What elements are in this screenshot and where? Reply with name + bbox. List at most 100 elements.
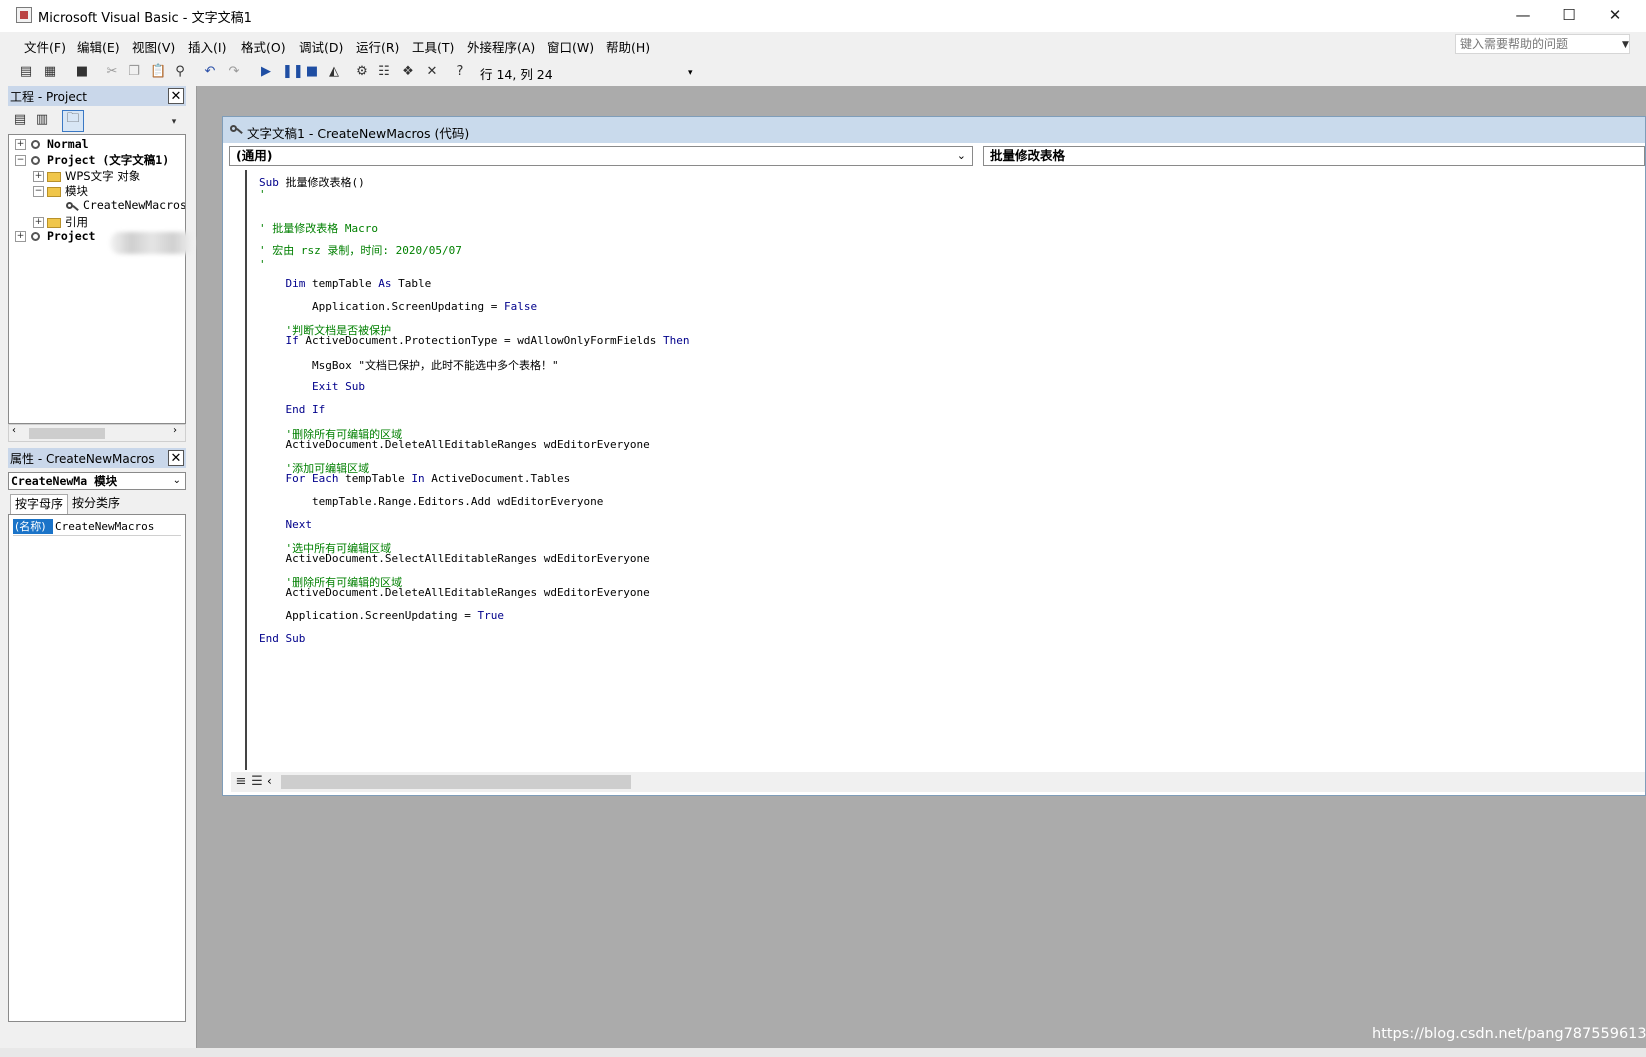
redo-icon[interactable]: ↷: [226, 64, 242, 80]
menu-addins[interactable]: 外接程序(A): [467, 37, 535, 56]
tree-node-modules[interactable]: − 模块: [33, 183, 88, 199]
code-horizontal-scrollbar[interactable]: ≡ ☰ ‹: [231, 772, 1645, 792]
view-object-icon[interactable]: ▥: [34, 112, 50, 128]
tree-horizontal-scrollbar[interactable]: ‹ ›: [8, 424, 186, 442]
scroll-thumb[interactable]: [29, 428, 105, 439]
break-icon[interactable]: ❚❚: [282, 64, 304, 80]
cut-icon[interactable]: ✂: [104, 64, 120, 80]
insert-module-icon[interactable]: ▦: [42, 64, 58, 80]
paste-icon[interactable]: 📋: [150, 64, 166, 80]
code-line[interactable]: ' 宏由 rsz 录制，时间: 2020/05/07: [259, 242, 462, 258]
bottom-edge: [0, 1048, 1646, 1057]
menu-tools[interactable]: 工具(T): [412, 37, 454, 56]
view-word-icon[interactable]: ▤: [18, 64, 34, 80]
tab-alphabetic[interactable]: 按字母序: [10, 494, 69, 514]
copy-icon[interactable]: ❐: [126, 64, 142, 80]
code-line[interactable]: Exit Sub: [259, 380, 365, 393]
tree-node-project-2[interactable]: + Project: [15, 229, 95, 243]
toggle-folders-icon[interactable]: 🗀: [62, 110, 84, 132]
maximize-button[interactable]: ☐: [1546, 0, 1592, 32]
code-line[interactable]: MsgBox "文档已保护，此时不能选中多个表格！": [259, 357, 559, 373]
code-line[interactable]: End Sub: [259, 632, 305, 645]
project-panel-close-button[interactable]: ✕: [168, 88, 184, 104]
scroll-left-icon[interactable]: ‹: [267, 774, 272, 788]
menu-run[interactable]: 运行(R): [356, 37, 399, 56]
menu-format[interactable]: 格式(O): [241, 37, 286, 56]
menu-debug[interactable]: 调试(D): [299, 37, 343, 56]
menu-insert[interactable]: 插入(I): [188, 37, 226, 56]
procedure-view-icon[interactable]: ≡: [233, 774, 249, 790]
expand-icon[interactable]: +: [15, 231, 26, 242]
expand-icon[interactable]: +: [15, 139, 26, 150]
object-combo[interactable]: (通用) ⌄: [229, 146, 973, 166]
menu-file[interactable]: 文件(F): [24, 37, 66, 56]
code-editor[interactable]: Sub 批量修改表格() ' ' 批量修改表格 Macro ' 宏由 rsz 录制，时…: [231, 170, 1645, 770]
property-value[interactable]: CreateNewMacros: [55, 520, 154, 533]
tab-categorized[interactable]: 按分类序: [68, 494, 124, 514]
find-icon[interactable]: ⚲: [172, 64, 188, 80]
scroll-left-icon[interactable]: ‹: [12, 425, 16, 436]
tree-node-normal[interactable]: + Normal: [15, 137, 89, 151]
tree-node-wps-objects[interactable]: + WPS文字 对象: [33, 168, 140, 184]
object-selector[interactable]: CreateNewMa 模块 ⌄: [8, 472, 186, 490]
properties-panel-close-button[interactable]: ✕: [168, 450, 184, 466]
minimize-button[interactable]: —: [1500, 0, 1546, 32]
property-row[interactable]: (名称) CreateNewMacros: [13, 519, 181, 536]
code-line[interactable]: ': [259, 258, 266, 271]
code-line[interactable]: ActiveDocument.DeleteAllEditableRanges w…: [259, 438, 649, 451]
procedure-combo[interactable]: 批量修改表格: [983, 146, 1645, 166]
chevron-down-icon: ⌄: [956, 149, 966, 162]
code-line[interactable]: ' 批量修改表格 Macro: [259, 220, 378, 236]
collapse-icon[interactable]: −: [33, 186, 44, 197]
scroll-right-icon[interactable]: ›: [173, 425, 177, 436]
code-line[interactable]: ActiveDocument.SelectAllEditableRanges w…: [259, 552, 649, 565]
help-dropdown-icon[interactable]: ▼: [1622, 40, 1629, 50]
help-search-input[interactable]: 键入需要帮助的问题: [1455, 34, 1630, 54]
save-icon[interactable]: ■: [74, 64, 90, 80]
standard-toolbar: ▤ ▦ ■ ✂ ❐ 📋 ⚲ ↶ ↷ ▶ ❚❚ ■ ◭ ⚙ ☷ ❖ ✕ ? 行 1…: [0, 58, 1646, 87]
code-line[interactable]: Next: [259, 518, 313, 531]
code-token: In: [411, 472, 432, 485]
code-line[interactable]: Sub 批量修改表格(): [259, 174, 365, 190]
menu-view[interactable]: 视图(V): [132, 37, 175, 56]
collapse-icon[interactable]: −: [15, 155, 26, 166]
reset-icon[interactable]: ■: [304, 64, 320, 80]
code-line[interactable]: ': [259, 188, 266, 201]
design-mode-icon[interactable]: ◭: [326, 64, 342, 80]
menu-window[interactable]: 窗口(W): [547, 37, 594, 56]
tree-node-references[interactable]: + 引用: [33, 214, 88, 230]
properties-icon[interactable]: ☷: [376, 64, 392, 80]
code-line[interactable]: ActiveDocument.DeleteAllEditableRanges w…: [259, 586, 649, 599]
tree-node-createnewmacros[interactable]: CreateNewMacros: [65, 198, 185, 212]
expand-icon[interactable]: +: [33, 217, 44, 228]
scroll-thumb[interactable]: [281, 775, 631, 789]
code-line[interactable]: For Each tempTable In ActiveDocument.Tab…: [259, 472, 571, 485]
code-token: tempTable: [345, 472, 412, 485]
margin-indicator-bar[interactable]: [231, 170, 247, 770]
code-line[interactable]: Application.ScreenUpdating = True: [259, 609, 504, 622]
full-module-view-icon[interactable]: ☰: [249, 774, 265, 790]
code-line[interactable]: End If: [259, 403, 326, 416]
code-token: Exit Sub: [311, 380, 365, 393]
project-toolbar-dropdown-icon[interactable]: ▾: [166, 114, 182, 130]
toolbar-overflow-icon[interactable]: ▾: [688, 68, 693, 78]
tree-node-project-doc[interactable]: − Project (文字文稿1): [15, 152, 169, 168]
code-token: True: [477, 609, 505, 622]
menu-help[interactable]: 帮助(H): [606, 37, 650, 56]
code-line[interactable]: Application.ScreenUpdating = False: [259, 300, 537, 313]
close-button[interactable]: ✕: [1592, 0, 1638, 32]
code-line[interactable]: tempTable.Range.Editors.Add wdEditorEver…: [259, 495, 603, 508]
project-icon: [29, 155, 43, 167]
help-icon[interactable]: ?: [452, 64, 468, 80]
project-explorer-icon[interactable]: ⚙: [354, 64, 370, 80]
toolbox-icon[interactable]: ✕: [424, 64, 440, 80]
run-icon[interactable]: ▶: [258, 64, 274, 80]
code-line[interactable]: Dim tempTable As Table: [259, 277, 432, 290]
code-line[interactable]: If ActiveDocument.ProtectionType = wdAll…: [259, 334, 690, 347]
object-browser-icon[interactable]: ❖: [400, 64, 416, 80]
expand-icon[interactable]: +: [33, 171, 44, 182]
view-code-icon[interactable]: ▤: [12, 112, 28, 128]
menu-edit[interactable]: 编辑(E): [77, 37, 120, 56]
undo-icon[interactable]: ↶: [202, 64, 218, 80]
